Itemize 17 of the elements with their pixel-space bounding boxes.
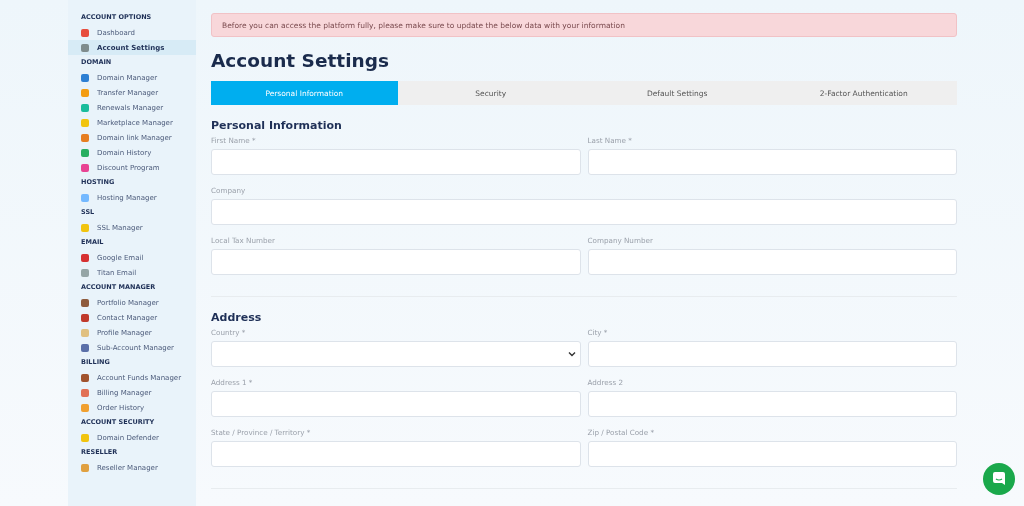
input-field[interactable] (587, 441, 957, 467)
page-title: Account Settings (211, 51, 390, 71)
chevron-down-icon (567, 351, 576, 357)
chat-button[interactable] (983, 463, 1015, 495)
input-field[interactable] (587, 249, 957, 275)
input-field[interactable] (587, 341, 957, 367)
select-field[interactable] (211, 341, 581, 367)
input-field[interactable] (211, 249, 581, 275)
section-heading: Personal Information (211, 119, 343, 132)
input-field[interactable] (587, 149, 957, 175)
input-field[interactable] (587, 391, 957, 417)
chat-icon (991, 471, 1007, 487)
input-field[interactable] (211, 199, 957, 225)
input-field[interactable] (211, 149, 581, 175)
section-heading: Address (211, 311, 263, 324)
input-field[interactable] (211, 441, 581, 467)
input-field[interactable] (211, 391, 581, 417)
